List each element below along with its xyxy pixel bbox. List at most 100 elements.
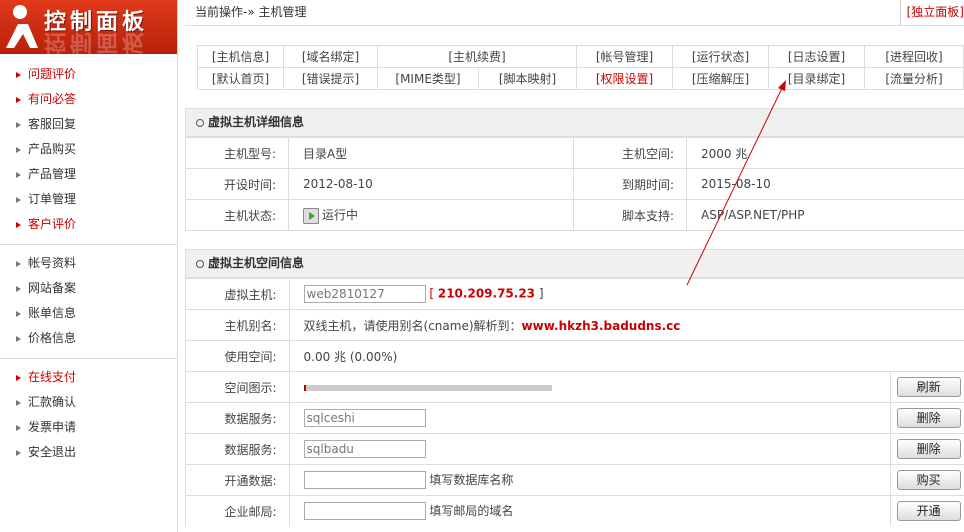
ip-bracket-close: ] [538,286,544,301]
standalone-panel-link[interactable]: [独立面板] [899,0,964,25]
mail-domain-hint: 填写邮局的域名 [429,503,514,518]
cname-domain: www.hkzh3.badudns.cc [521,318,681,333]
buy-cell: 购买 [890,464,964,496]
buy-db-button[interactable]: 购买 [896,470,961,490]
open-mail-button[interactable]: 开通 [896,501,961,521]
nav-host-info[interactable]: [主机信息] [197,45,284,68]
sidebar-item[interactable]: 产品管理 [0,162,177,187]
arrow-bullet-icon [16,172,21,178]
sidebar-item[interactable]: 有问必答 [0,87,177,112]
open-date-label: 开设时间: [186,168,289,200]
arrow-bullet-icon [16,261,21,267]
mail-label: 企业邮局: [186,495,290,526]
nav-directory-binding[interactable]: [目录绑定] [768,67,865,90]
running-status-icon [303,207,319,224]
nav-error-page[interactable]: [错误提示] [283,67,378,90]
nav-run-status[interactable]: [运行状态] [672,45,769,68]
db-name-input[interactable] [303,471,426,490]
sidebar-item[interactable]: 汇款确认 [0,390,177,415]
sidebar-item-label: 在线支付 [28,370,77,384]
sidebar-item[interactable]: 客户评价 [0,212,177,237]
sidebar-item[interactable]: 客服回复 [0,112,177,137]
sidebar-item[interactable]: 问题评价 [0,62,177,87]
sidebar: 控制面板 控制面板 问题评价有问必答客服回复产品购买产品管理订单管理 客户评价 帐… [0,0,178,532]
used-space-label: 使用空间: [186,340,290,372]
person-logo-icon [6,5,38,48]
sidebar-item[interactable]: 安全退出 [0,440,177,465]
sidebar-item[interactable]: 价格信息 [0,326,177,351]
host-status-label: 主机状态: [186,199,289,230]
delete-db-button[interactable]: 删除 [896,439,961,459]
sidebar-item-label: 价格信息 [28,331,77,345]
panel-title-text: 虚拟主机空间信息 [208,256,305,270]
nav-host-renew[interactable]: [主机续费] [377,45,577,68]
sidebar-item[interactable]: 订单管理 [0,187,177,212]
host-function-nav: [主机信息] [域名绑定] [主机续费] [帐号管理] [运行状态] [日志设置… [197,45,964,90]
arrow-bullet-icon [16,286,21,292]
delete-db-button[interactable]: 删除 [896,408,961,428]
arrow-bullet-icon [16,197,21,203]
nav-log-settings[interactable]: [日志设置] [768,45,865,68]
breadcrumb-text: 当前操作-» 主机管理 [195,5,307,19]
host-detail-table: 主机型号: 目录A型 主机空间: 2000 兆 开设时间: 2012-08-10… [186,137,964,230]
sidebar-item[interactable]: 发票申请 [0,415,177,440]
sidebar-item[interactable]: 账单信息 [0,301,177,326]
virtual-host-cell: web2810127 [ 210.209.75.23 ] [289,278,964,310]
host-alias-label: 主机别名: [186,309,290,341]
host-status-cell: 运行中 [288,199,574,230]
logo-title-reflection: 控制面板 [44,29,149,54]
virtual-host-label: 虚拟主机: [186,278,290,310]
space-usage-bar [303,384,552,391]
expire-date-value: 2015-08-10 [686,168,964,200]
mail-cell: 填写邮局的域名 [289,495,891,526]
db-service-field[interactable]: sqlceshi [303,409,426,427]
refresh-button[interactable]: 刷新 [896,377,961,397]
db-service-label: 数据服务: [186,402,290,434]
nav-account-manage[interactable]: [帐号管理] [576,45,673,68]
arrow-bullet-icon [16,450,21,456]
db-service-field[interactable]: sqlbadu [303,440,426,458]
db-service-label: 数据服务: [186,433,290,465]
sidebar-item-label: 网站备案 [28,281,77,295]
nav-traffic-analysis[interactable]: [流量分析] [864,67,964,90]
script-support-label: 脚本支持: [573,199,687,230]
virtual-host-field[interactable]: web2810127 [303,285,426,303]
ip-bracket-open: [ [429,286,435,301]
host-status-value: 运行中 [322,208,359,223]
nav-mime-types[interactable]: [MIME类型] [377,67,479,90]
sidebar-item-label: 有问必答 [28,92,77,106]
sidebar-item-label: 客服回复 [28,117,77,131]
sidebar-menu-support: 问题评价有问必答客服回复产品购买产品管理订单管理 客户评价 [0,62,177,237]
sidebar-divider [0,244,177,245]
sidebar-menu-payment: 在线支付汇款确认发票申请 安全退出 [0,365,177,465]
sidebar-item-label: 产品管理 [28,167,77,181]
sidebar-item[interactable]: 帐号资料 [0,251,177,276]
nav-permission-settings[interactable]: [权限设置] [576,67,673,90]
nav-default-page[interactable]: [默认首页] [197,67,284,90]
logo: 控制面板 控制面板 [0,0,177,54]
mail-domain-input[interactable] [303,502,426,521]
delete-cell: 删除 [890,402,964,434]
nav-domain-binding[interactable]: [域名绑定] [283,45,378,68]
sidebar-item[interactable]: 在线支付 [0,365,177,390]
sidebar-item[interactable]: 网站备案 [0,276,177,301]
nav-process-recycle[interactable]: [进程回收] [864,45,964,68]
host-type-label: 主机型号: [186,137,289,169]
sidebar-item-label: 问题评价 [28,67,77,81]
nav-script-mapping[interactable]: [脚本映射] [478,67,577,90]
arrow-bullet-icon [16,72,21,78]
open-db-cell: 填写数据库名称 [289,464,891,496]
panel-title: 虚拟主机详细信息 [186,109,964,137]
nav-compress-extract[interactable]: [压缩解压] [672,67,769,90]
host-space-value: 2000 兆 [686,137,964,169]
open-date-value: 2012-08-10 [288,168,574,200]
sidebar-item[interactable]: 产品购买 [0,137,177,162]
space-graph-label: 空间图示: [186,371,290,403]
delete-cell: 删除 [890,433,964,465]
space-graph-cell [289,371,891,403]
sidebar-item-label: 汇款确认 [28,395,77,409]
panel-title: 虚拟主机空间信息 [186,250,964,278]
breadcrumb: 当前操作-» 主机管理 [独立面板] [185,0,964,26]
arrow-bullet-icon [16,222,21,228]
script-support-value: ASP/ASP.NET/PHP [686,199,964,230]
